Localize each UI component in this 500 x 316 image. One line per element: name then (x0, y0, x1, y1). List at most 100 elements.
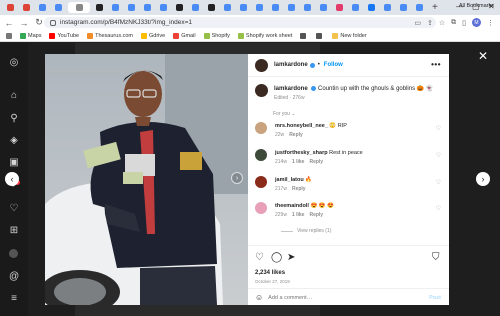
home-icon[interactable]: ⌂ (9, 91, 19, 101)
bookmark-item[interactable]: Shopify work sheet (237, 32, 292, 39)
browser-tab[interactable] (365, 2, 378, 13)
browser-tab[interactable] (269, 2, 282, 13)
menu-icon[interactable]: ⋮ (487, 19, 494, 27)
reels-icon[interactable]: ▣ (9, 158, 19, 168)
share-post-icon[interactable]: ➤ (287, 252, 295, 263)
apps-icon[interactable] (6, 32, 12, 39)
browser-tab[interactable] (36, 2, 49, 13)
caption-avatar[interactable] (255, 84, 268, 97)
cast-icon[interactable]: ▭ (414, 19, 421, 27)
threads-icon[interactable]: @ (9, 272, 19, 282)
sidepanel-icon[interactable]: ▯ (462, 19, 466, 27)
follow-button[interactable]: Follow (324, 62, 343, 68)
browser-tab[interactable] (189, 2, 202, 13)
browser-tab[interactable] (109, 2, 122, 13)
for-you-filter[interactable]: For you ⌄ (273, 111, 296, 117)
browser-tab[interactable] (221, 2, 234, 13)
browser-tab[interactable] (333, 2, 346, 13)
browser-tab[interactable] (4, 2, 17, 13)
comment-icon[interactable]: ◯ (271, 252, 282, 263)
commenter-avatar[interactable] (255, 122, 267, 134)
forward-icon[interactable]: → (18, 18, 30, 28)
site-info-icon[interactable] (50, 19, 56, 26)
create-icon[interactable]: ⊞ (9, 226, 19, 236)
commenter-avatar[interactable] (255, 202, 267, 214)
browser-tab[interactable] (301, 2, 314, 13)
commenter-username[interactable]: justforthesky_sharp (275, 150, 328, 156)
comment-like-icon[interactable]: ♡ (436, 152, 441, 159)
notifications-icon[interactable]: ♡ (9, 204, 19, 214)
browser-tab[interactable] (285, 2, 298, 13)
browser-tab[interactable] (52, 2, 65, 13)
browser-tab[interactable] (93, 2, 106, 13)
instagram-icon[interactable]: ◎ (9, 58, 19, 68)
caption-username[interactable]: lamkardone (274, 86, 308, 92)
comment-likes[interactable]: 1 like (292, 212, 305, 218)
bookmark-item[interactable]: Shopify (203, 32, 230, 39)
profile-icon[interactable] (9, 249, 19, 259)
save-icon[interactable]: ⛉ (432, 252, 440, 263)
close-icon[interactable]: ✕ (478, 49, 488, 63)
comment-like-icon[interactable]: ♡ (436, 205, 441, 212)
bookmark-item[interactable]: YouTube (49, 32, 79, 39)
browser-tab[interactable] (141, 2, 154, 13)
more-menu-icon[interactable]: ≡ (9, 294, 19, 304)
comment-likes[interactable]: 1 like (292, 159, 305, 165)
commenter-avatar[interactable] (255, 149, 267, 161)
view-replies-button[interactable]: View replies (1) (281, 228, 331, 234)
post-comment-button[interactable]: Post (429, 295, 441, 301)
bookmark-item[interactable]: Thesaurus.com (87, 32, 133, 39)
star-icon[interactable]: ☆ (439, 19, 445, 27)
bookmark-item[interactable]: Gdrive (140, 32, 166, 39)
bookmark-item[interactable] (316, 32, 324, 39)
commenter-username[interactable]: mrs.honeybell_nee_ (275, 123, 328, 129)
browser-tab[interactable] (349, 2, 362, 13)
browser-tab[interactable] (20, 2, 33, 13)
emoji-icon[interactable]: ☺ (255, 293, 263, 302)
commenter-username[interactable]: jamil_latou (275, 177, 304, 183)
bookmark-item[interactable] (300, 32, 308, 39)
all-bookmarks[interactable]: All Bookmarks (459, 3, 494, 9)
address-bar[interactable]: instagram.com/p/B4fMzNKJ33t/?img_index=1 (44, 17, 436, 28)
browser-tab[interactable] (173, 2, 186, 13)
browser-tab[interactable] (253, 2, 266, 13)
caption-text: Countin up with the ghouls & goblins 🎃 👻 (318, 86, 434, 92)
prev-post-icon[interactable]: ‹ (5, 172, 19, 186)
commenter-avatar[interactable] (255, 176, 267, 188)
profile-avatar[interactable]: M (472, 18, 481, 27)
commenter-username[interactable]: theemaindoll (275, 203, 309, 209)
browser-tab[interactable] (413, 2, 426, 13)
reply-button[interactable]: Reply (309, 212, 323, 218)
author-username[interactable]: lamkardone (274, 62, 308, 68)
back-icon[interactable]: ← (3, 18, 15, 28)
like-icon[interactable]: ♡ (255, 252, 264, 263)
reply-button[interactable]: Reply (289, 132, 303, 138)
comment-input[interactable] (268, 294, 419, 301)
author-avatar[interactable] (255, 58, 268, 72)
browser-tab[interactable] (205, 2, 218, 13)
extensions-icon[interactable]: ⧉ (451, 19, 456, 27)
search-icon[interactable]: ⚲ (9, 114, 19, 124)
comment-like-icon[interactable]: ♡ (436, 125, 441, 132)
photo-next-icon[interactable]: › (231, 172, 243, 184)
reply-button[interactable]: Reply (292, 186, 306, 192)
bookmark-item[interactable]: New folder (332, 32, 367, 39)
bookmark-label: Gdrive (148, 32, 166, 39)
comment-like-icon[interactable]: ♡ (436, 179, 441, 186)
browser-tab[interactable] (125, 2, 138, 13)
explore-icon[interactable]: ◈ (9, 136, 19, 146)
browser-tab[interactable] (237, 2, 250, 13)
new-tab-button[interactable]: + (432, 2, 438, 13)
browser-tab[interactable] (397, 2, 410, 13)
more-options-icon[interactable]: ••• (431, 60, 441, 69)
reply-button[interactable]: Reply (309, 159, 323, 165)
share-icon[interactable]: ⇪ (427, 19, 433, 27)
browser-tab[interactable] (157, 2, 170, 13)
browser-tab[interactable] (68, 2, 90, 13)
likes-count[interactable]: 2,234 likes (255, 270, 285, 276)
browser-tab[interactable] (317, 2, 330, 13)
next-post-icon[interactable]: › (476, 172, 490, 186)
bookmark-item[interactable]: Gmail (173, 32, 196, 39)
browser-tab[interactable] (381, 2, 394, 13)
bookmark-item[interactable]: Maps (20, 32, 41, 39)
